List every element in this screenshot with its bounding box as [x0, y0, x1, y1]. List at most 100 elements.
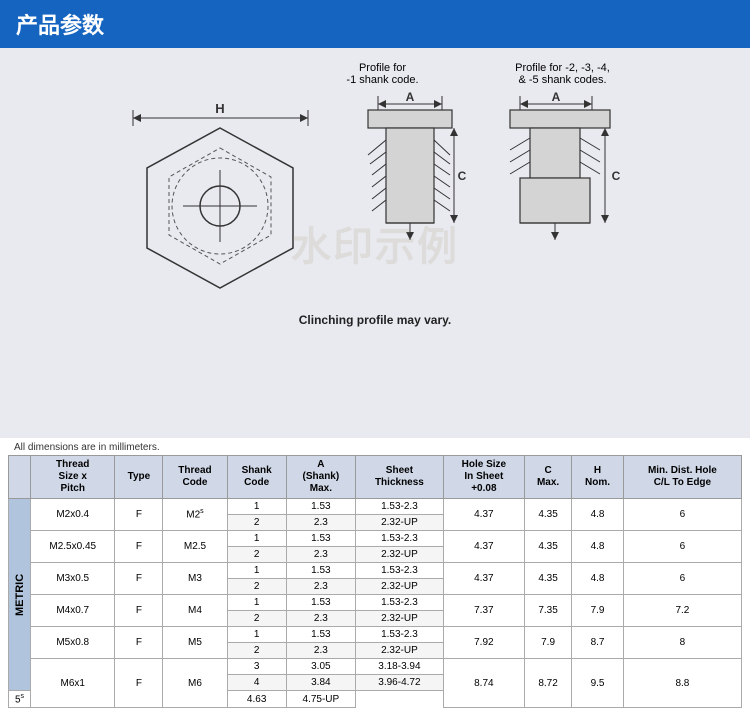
svg-text:C: C: [612, 169, 621, 183]
table-row: METRIC M2x0.4 F M2s 1 1.53 1.53-2.3 4.37…: [9, 499, 742, 515]
thread-size: M6x1: [31, 659, 115, 708]
header-decoration: [112, 0, 142, 48]
c-max: 8.72: [524, 659, 571, 708]
col-c-max: CMax.: [524, 456, 571, 499]
min-dist: 8: [623, 627, 741, 659]
a-max: 1.53: [286, 595, 355, 611]
hex-top-view: H: [120, 90, 320, 305]
sheet-thickness: 2.32-UP: [356, 515, 444, 531]
c-max: 7.35: [524, 595, 571, 627]
a-max: 2.3: [286, 547, 355, 563]
a-max: 2.3: [286, 579, 355, 595]
shank-code: 2: [227, 579, 286, 595]
hole-size: 4.37: [443, 499, 524, 531]
thread-size: M2x0.4: [31, 499, 115, 531]
profile1-diagram: A: [350, 90, 470, 305]
sheet-thickness: 1.53-2.3: [356, 531, 444, 547]
hole-size: 7.92: [443, 627, 524, 659]
col-sheet-thickness: SheetThickness: [356, 456, 444, 499]
a-max: 1.53: [286, 563, 355, 579]
col-shank-code: ShankCode: [227, 456, 286, 499]
shank-code: 2: [227, 611, 286, 627]
min-dist: 6: [623, 531, 741, 563]
h-nom: 4.8: [572, 499, 624, 531]
col-type: Type: [115, 456, 163, 499]
thread-code: M2.5: [163, 531, 227, 563]
a-max: 2.3: [286, 515, 355, 531]
c-max: 4.35: [524, 531, 571, 563]
shank-code: 2: [227, 547, 286, 563]
metric-label: METRIC: [9, 499, 31, 691]
thread-code: M4: [163, 595, 227, 627]
shank-code: 5s: [9, 691, 31, 708]
shank-code: 2: [227, 515, 286, 531]
svg-text:C: C: [458, 169, 467, 183]
col-metric: [9, 456, 31, 499]
sheet-thickness: 2.32-UP: [356, 579, 444, 595]
col-a-max: A(Shank)Max.: [286, 456, 355, 499]
page-header: 产品参数: [0, 0, 750, 48]
thread-size: M3x0.5: [31, 563, 115, 595]
dimensions-note: All dimensions are in millimeters.: [0, 438, 750, 455]
hole-size: 7.37: [443, 595, 524, 627]
sheet-thickness: 4.75-UP: [286, 691, 355, 708]
col-hole-size: Hole SizeIn Sheet+0.08: [443, 456, 524, 499]
thread-size: M5x0.8: [31, 627, 115, 659]
col-thread-size: ThreadSize xPitch: [31, 456, 115, 499]
h-nom: 4.8: [572, 563, 624, 595]
shank-code: 4: [227, 675, 286, 691]
col-min-dist: Min. Dist. HoleC/L To Edge: [623, 456, 741, 499]
profile1-label: Profile for-1 shank code.: [318, 62, 448, 86]
svg-text:A: A: [552, 90, 561, 104]
svg-text:H: H: [215, 101, 224, 116]
sheet-thickness: 1.53-2.3: [356, 499, 444, 515]
sheet-thickness: 1.53-2.3: [356, 627, 444, 643]
type: F: [115, 627, 163, 659]
type: F: [115, 563, 163, 595]
a-max: 1.53: [286, 627, 355, 643]
a-max: 2.3: [286, 643, 355, 659]
sheet-thickness: 3.18-3.94: [356, 659, 444, 675]
page-title: 产品参数: [16, 8, 104, 40]
c-max: 4.35: [524, 499, 571, 531]
type: F: [115, 499, 163, 531]
min-dist: 8.8: [623, 659, 741, 708]
thread-code: M5: [163, 627, 227, 659]
a-max: 2.3: [286, 611, 355, 627]
table-row: M2.5x0.45 F M2.5 1 1.53 1.53-2.3 4.37 4.…: [9, 531, 742, 547]
a-max: 1.53: [286, 531, 355, 547]
type: F: [115, 531, 163, 563]
min-dist: 6: [623, 499, 741, 531]
sheet-thickness: 1.53-2.3: [356, 595, 444, 611]
sheet-thickness: 3.96-4.72: [356, 675, 444, 691]
shank-code: 1: [227, 595, 286, 611]
sheet-thickness: 2.32-UP: [356, 643, 444, 659]
col-h-nom: HNom.: [572, 456, 624, 499]
profile2-diagram: A C: [500, 90, 630, 305]
svg-text:A: A: [406, 90, 415, 104]
col-thread-code: ThreadCode: [163, 456, 227, 499]
c-max: 7.9: [524, 627, 571, 659]
shank-code: 1: [227, 499, 286, 515]
h-nom: 4.8: [572, 531, 624, 563]
h-nom: 7.9: [572, 595, 624, 627]
parameters-table: ThreadSize xPitch Type ThreadCode ShankC…: [8, 455, 742, 708]
shank-code: 2: [227, 643, 286, 659]
thread-size: M2.5x0.45: [31, 531, 115, 563]
sheet-thickness: 1.53-2.3: [356, 563, 444, 579]
a-max: 4.63: [227, 691, 286, 708]
table-container: ThreadSize xPitch Type ThreadCode ShankC…: [0, 455, 750, 716]
table-row: M5x0.8 F M5 1 1.53 1.53-2.3 7.92 7.9 8.7…: [9, 627, 742, 643]
sheet-thickness: 2.32-UP: [356, 611, 444, 627]
min-dist: 7.2: [623, 595, 741, 627]
clinch-note: Clinching profile may vary.: [20, 313, 730, 327]
a-max: 3.84: [286, 675, 355, 691]
thread-code: M6: [163, 659, 227, 708]
h-nom: 9.5: [572, 659, 624, 708]
h-nom: 8.7: [572, 627, 624, 659]
c-max: 4.35: [524, 563, 571, 595]
type: F: [115, 595, 163, 627]
diagrams-row: H A: [20, 90, 730, 305]
a-max: 3.05: [286, 659, 355, 675]
shank-code: 3: [227, 659, 286, 675]
